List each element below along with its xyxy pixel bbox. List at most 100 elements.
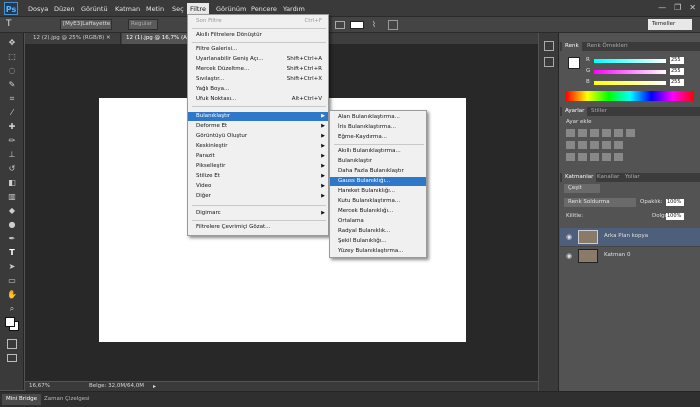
menu-goruntu[interactable]: Görüntü: [78, 3, 111, 15]
submenu-item-sekil[interactable]: Şekil Bulanıklığı...: [330, 237, 426, 246]
red-value[interactable]: 255: [670, 57, 684, 64]
submenu-item-ortalama[interactable]: Ortalama: [330, 217, 426, 226]
menu-item-piksellestir[interactable]: Pikselleştir ▶: [188, 162, 328, 171]
photo-filter-icon[interactable]: [590, 141, 599, 149]
hand-tool-icon[interactable]: ✋: [6, 289, 18, 300]
black-white-icon[interactable]: [578, 141, 587, 149]
foreground-color-swatch[interactable]: [5, 317, 15, 327]
exposure-icon[interactable]: [602, 129, 611, 137]
minimize-icon[interactable]: —: [658, 3, 666, 13]
pen-tool-icon[interactable]: ✒: [6, 233, 18, 244]
blue-slider[interactable]: [594, 81, 666, 85]
menu-metin[interactable]: Metin: [143, 3, 167, 15]
submenu-item-kutu[interactable]: Kutu Bulanıklaştırma...: [330, 197, 426, 206]
tab-katmanlar[interactable]: Katmanlar: [562, 173, 597, 182]
brightness-icon[interactable]: [566, 129, 575, 137]
menu-item-video[interactable]: Video ▶: [188, 182, 328, 191]
menu-item-parazit[interactable]: Parazit ▶: [188, 152, 328, 161]
layer-row[interactable]: ◉ Katman 0: [560, 246, 700, 264]
menu-dosya[interactable]: Dosya: [25, 3, 51, 15]
shape-tool-icon[interactable]: ▭: [6, 275, 18, 286]
menu-item-mercek-duzeltme[interactable]: Mercek Düzeltme... Shift+Ctrl+R: [188, 65, 328, 74]
tab-stiller[interactable]: Stiller: [588, 107, 610, 116]
layer-name[interactable]: Katman 0: [604, 252, 631, 258]
menu-item-akilli-filtre[interactable]: Akıllı Filtrelere Dönüştür: [188, 31, 328, 40]
menu-duzen[interactable]: Düzen: [51, 3, 78, 15]
path-selection-tool-icon[interactable]: ➤: [6, 261, 18, 272]
color-balance-icon[interactable]: [566, 141, 575, 149]
menu-item-filtre-galerisi[interactable]: Filtre Galerisi...: [188, 45, 328, 54]
dodge-tool-icon[interactable]: ●: [6, 219, 18, 230]
workspace-select[interactable]: Temeller: [648, 19, 692, 30]
quick-select-tool-icon[interactable]: ✎: [6, 79, 18, 90]
menu-katman[interactable]: Katman: [112, 3, 143, 15]
menu-item-ufuk-noktasi[interactable]: Ufuk Noktası... Alt+Ctrl+V: [188, 95, 328, 104]
properties-panel-icon[interactable]: [544, 57, 554, 67]
screen-mode-icon[interactable]: [7, 354, 17, 362]
history-panel-icon[interactable]: [544, 41, 554, 51]
threshold-icon[interactable]: [590, 153, 599, 161]
restore-icon[interactable]: ❐: [674, 3, 681, 13]
menu-item-yagli-boya[interactable]: Yağlı Boya...: [188, 85, 328, 94]
submenu-item-alan[interactable]: Alan Bulanıklaştırma...: [330, 113, 426, 122]
menu-item-son-filtre[interactable]: Son Filtre Ctrl+F: [188, 17, 328, 26]
submenu-item-akilli[interactable]: Akıllı Bulanıklaştırma...: [330, 147, 426, 156]
blue-value[interactable]: 255: [670, 79, 684, 86]
gradient-tool-icon[interactable]: ▥: [6, 191, 18, 202]
marquee-tool-icon[interactable]: ⬚: [6, 51, 18, 62]
menu-item-keskinlestir[interactable]: Keskinleştir ▶: [188, 142, 328, 151]
menu-item-sivilastir[interactable]: Sıvılaştır... Shift+Ctrl+X: [188, 75, 328, 84]
brush-tool-icon[interactable]: ✏: [6, 135, 18, 146]
foreground-color-swatch[interactable]: [568, 57, 580, 69]
zoom-tool-icon[interactable]: ⌕: [6, 303, 18, 314]
eraser-tool-icon[interactable]: ◧: [6, 177, 18, 188]
text-color-swatch[interactable]: [350, 21, 364, 29]
lasso-tool-icon[interactable]: ◌: [6, 65, 18, 76]
eyedropper-tool-icon[interactable]: ⁄: [6, 107, 18, 118]
gradient-map-icon[interactable]: [602, 153, 611, 161]
character-panel-icon[interactable]: [388, 20, 398, 30]
red-slider[interactable]: [594, 59, 666, 63]
tab-renk-ornekleri[interactable]: Renk Örnekleri: [584, 42, 631, 51]
tab-mini-bridge[interactable]: Mini Bridge: [2, 394, 41, 405]
clone-stamp-tool-icon[interactable]: ⊥: [6, 149, 18, 160]
invert-icon[interactable]: [566, 153, 575, 161]
font-style-select[interactable]: Regular: [128, 19, 158, 30]
submenu-item-radyal[interactable]: Radyal Bulanıklık...: [330, 227, 426, 236]
posterize-icon[interactable]: [578, 153, 587, 161]
menu-item-goruntuyu-olustur[interactable]: Görüntüyü Oluştur ▶: [188, 132, 328, 141]
selective-color-icon[interactable]: [614, 153, 623, 161]
tab-ayarlar[interactable]: Ayarlar: [562, 107, 588, 116]
menu-item-digimarc[interactable]: Digimarc ▶: [188, 209, 328, 218]
quick-mask-icon[interactable]: [7, 339, 17, 349]
history-brush-tool-icon[interactable]: ↺: [6, 163, 18, 174]
type-tool-icon[interactable]: T: [6, 19, 12, 29]
color-lookup-icon[interactable]: [614, 141, 623, 149]
blur-tool-icon[interactable]: ◆: [6, 205, 18, 216]
crop-tool-icon[interactable]: ⌗: [6, 93, 18, 104]
submenu-item-hareket[interactable]: Hareket Bulanıklığı...: [330, 187, 426, 196]
blend-mode-select[interactable]: Renk Soldurma: [564, 198, 636, 207]
submenu-item-bulaniklastir[interactable]: Bulanıklaştır: [330, 157, 426, 166]
tab-yollar[interactable]: Yollar: [622, 173, 643, 182]
layer-name[interactable]: Arka Plan kopya: [604, 233, 648, 239]
submenu-item-mercek[interactable]: Mercek Bulanıklığı...: [330, 207, 426, 216]
eye-icon[interactable]: ◉: [566, 252, 572, 260]
eye-icon[interactable]: ◉: [566, 233, 572, 241]
vibrance-icon[interactable]: [614, 129, 623, 137]
tab-kanallar[interactable]: Kanallar: [594, 173, 622, 182]
green-slider[interactable]: [594, 70, 666, 74]
tab-renk[interactable]: Renk: [562, 42, 582, 51]
submenu-item-gauss[interactable]: Gauss Bulanıklığı...: [330, 177, 426, 186]
green-value[interactable]: 255: [670, 68, 684, 75]
close-icon[interactable]: ✕: [689, 3, 696, 13]
zoom-level[interactable]: 16,67%: [29, 382, 50, 391]
menu-item-deforme-et[interactable]: Deforme Et ▶: [188, 122, 328, 131]
warp-text-icon[interactable]: ⌇: [372, 20, 382, 30]
channel-mixer-icon[interactable]: [602, 141, 611, 149]
hue-saturation-icon[interactable]: [626, 129, 635, 137]
menu-item-stilize-et[interactable]: Stilize Et ▶: [188, 172, 328, 181]
color-spectrum[interactable]: [566, 91, 694, 101]
align-icon[interactable]: [335, 21, 345, 29]
menu-item-diger[interactable]: Diğer ▶: [188, 192, 328, 201]
